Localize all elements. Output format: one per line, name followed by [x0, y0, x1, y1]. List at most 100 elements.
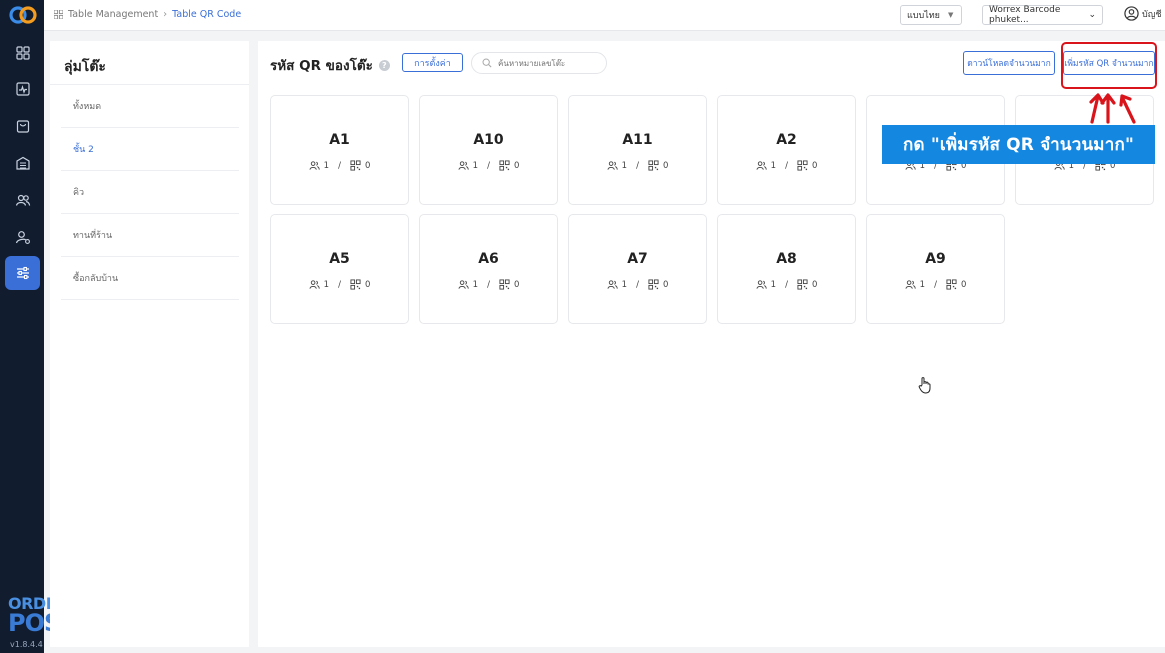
table-card[interactable]: A9 1 / 0	[866, 214, 1005, 324]
nav-store[interactable]	[5, 146, 40, 180]
table-name: A8	[776, 251, 797, 267]
store-select[interactable]: Worrex Barcode phuket... ⌄	[982, 5, 1103, 25]
users-icon	[15, 194, 30, 206]
nav-staff[interactable]	[5, 220, 40, 254]
settings-button[interactable]: การตั้งค่า	[402, 53, 463, 72]
building-icon	[15, 156, 30, 170]
qr-count: 0	[513, 279, 520, 290]
help-icon[interactable]: ?	[378, 59, 390, 71]
users-icon	[607, 161, 618, 170]
users-icon	[309, 161, 320, 170]
meta-separator: /	[636, 160, 639, 171]
users-icon	[756, 280, 767, 289]
activity-icon	[15, 82, 30, 96]
table-meta: 1 / 0	[718, 160, 855, 171]
nav-rail: ORDER POS v1.8.4.4	[0, 0, 68, 653]
meta-separator: /	[487, 160, 490, 171]
seat-count: 1	[621, 279, 628, 290]
group-item-dine-in[interactable]: ทานที่ร้าน	[61, 214, 239, 257]
table-name: A1	[329, 132, 350, 148]
nav-reports[interactable]	[5, 72, 40, 106]
page-title-text: รหัส QR ของโต๊ะ	[270, 58, 373, 74]
qr-code-icon	[499, 160, 510, 171]
chevron-right-icon: ›	[163, 9, 168, 20]
table-card[interactable]: A11 1 / 0	[568, 95, 707, 205]
qr-count: 0	[662, 160, 669, 171]
qr-count: 0	[960, 279, 967, 290]
breadcrumb-parent[interactable]: Table Management	[68, 9, 158, 20]
user-settings-icon	[15, 231, 30, 244]
table-card[interactable]: A8 1 / 0	[717, 214, 856, 324]
account-menu[interactable]: บัญชี	[1124, 6, 1162, 21]
seat-count: 1	[919, 279, 926, 290]
table-card[interactable]: A5 1 / 0	[270, 214, 409, 324]
users-icon	[756, 161, 767, 170]
qr-code-icon	[648, 160, 659, 171]
table-meta: 1 / 0	[569, 160, 706, 171]
qr-count: 0	[811, 160, 818, 171]
nav-orders[interactable]	[5, 109, 40, 143]
search-icon	[482, 58, 492, 68]
meta-separator: /	[785, 279, 788, 290]
arrow-up-icons	[1089, 93, 1136, 124]
table-meta: 1 / 0	[420, 279, 557, 290]
table-name: A5	[329, 251, 350, 267]
group-item-all[interactable]: ทั้งหมด	[61, 85, 239, 128]
meta-separator: /	[785, 160, 788, 171]
grid-icon	[54, 10, 63, 19]
nav-customers[interactable]	[5, 183, 40, 217]
search-box	[471, 52, 607, 74]
qr-code-icon	[797, 160, 808, 171]
top-bar: Table Management › Table QR Code แบบไทย …	[0, 0, 1165, 31]
breadcrumb: Table Management › Table QR Code	[54, 9, 241, 20]
qr-count: 0	[364, 160, 371, 171]
language-select[interactable]: แบบไทย ▼	[900, 5, 962, 25]
seat-count: 1	[472, 160, 479, 171]
table-card[interactable]: A2 1 / 0	[717, 95, 856, 205]
qr-count: 0	[364, 279, 371, 290]
table-name: A7	[627, 251, 648, 267]
users-icon	[458, 280, 469, 289]
meta-separator: /	[636, 279, 639, 290]
group-item-queue[interactable]: คิว	[61, 171, 239, 214]
search-input[interactable]	[498, 58, 598, 68]
dashboard-icon	[15, 46, 30, 60]
users-icon	[607, 280, 618, 289]
seat-count: 1	[770, 160, 777, 171]
bulk-download-button[interactable]: ดาวน์โหลดจำนวนมาก	[963, 51, 1055, 75]
breadcrumb-current: Table QR Code	[172, 9, 242, 20]
table-meta: 1 / 0	[718, 279, 855, 290]
seat-count: 1	[770, 279, 777, 290]
group-item-floor-2[interactable]: ชั้น 2	[61, 128, 239, 171]
table-card[interactable]: A7 1 / 0	[568, 214, 707, 324]
table-meta: 1 / 0	[271, 160, 408, 171]
store-value: Worrex Barcode phuket...	[989, 5, 1061, 25]
nav-settings[interactable]	[5, 256, 40, 290]
table-meta: 1 / 0	[569, 279, 706, 290]
qr-code-icon	[350, 279, 361, 290]
nav-dashboard[interactable]	[5, 36, 40, 70]
qr-code-icon	[350, 160, 361, 171]
table-name: A10	[473, 132, 504, 148]
table-meta: 1 / 0	[420, 160, 557, 171]
page-title: รหัส QR ของโต๊ะ ?	[270, 54, 390, 76]
version-label: v1.8.4.4	[10, 640, 43, 649]
table-card[interactable]: A1 1 / 0	[270, 95, 409, 205]
seat-count: 1	[472, 279, 479, 290]
seat-count: 1	[323, 160, 330, 171]
users-icon	[309, 280, 320, 289]
table-name: A9	[925, 251, 946, 267]
table-card[interactable]: A6 1 / 0	[419, 214, 558, 324]
language-value: แบบไทย	[907, 11, 940, 21]
chevron-down-icon: ⌄	[1088, 10, 1096, 20]
table-meta: 1 / 0	[271, 279, 408, 290]
meta-separator: /	[934, 279, 937, 290]
bag-icon	[16, 120, 29, 133]
qr-count: 0	[662, 279, 669, 290]
sliders-icon	[16, 266, 29, 280]
table-card[interactable]: A10 1 / 0	[419, 95, 558, 205]
table-name: A2	[776, 132, 797, 148]
group-item-takeaway[interactable]: ซื้อกลับบ้าน	[61, 257, 239, 300]
qr-count: 0	[811, 279, 818, 290]
user-circle-icon	[1124, 6, 1139, 21]
